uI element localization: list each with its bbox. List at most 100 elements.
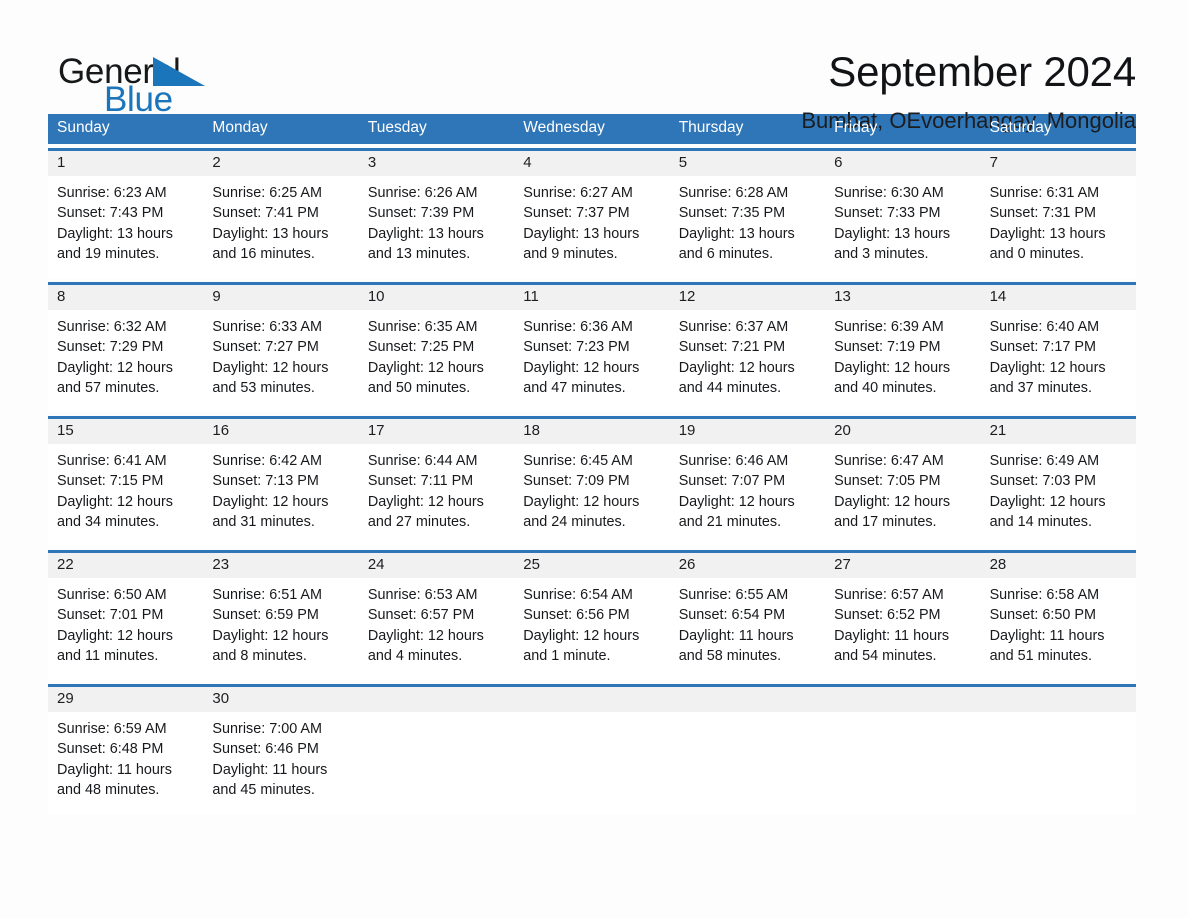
- day-cell[interactable]: Sunrise: 6:41 AM Sunset: 7:15 PM Dayligh…: [48, 444, 203, 546]
- sunrise-text: Sunrise: 6:23 AM: [57, 185, 167, 201]
- weekday-tuesday: Tuesday: [367, 119, 427, 136]
- sunrise-text: Sunrise: 6:54 AM: [523, 587, 633, 603]
- daylight-text-line2: and 19 minutes.: [57, 245, 160, 262]
- day-number[interactable]: 8: [48, 285, 203, 310]
- day-cell[interactable]: Sunrise: 6:49 AM Sunset: 7:03 PM Dayligh…: [981, 444, 1136, 546]
- sunset-text: Sunset: 7:31 PM: [989, 205, 1096, 222]
- day-number[interactable]: 6: [825, 151, 980, 176]
- sunset-text: Sunset: 7:25 PM: [367, 339, 475, 356]
- sunset-text: Sunset: 6:54 PM: [678, 607, 786, 624]
- day-number[interactable]: 16: [203, 419, 358, 444]
- day-number[interactable]: 9: [203, 285, 358, 310]
- day-number[interactable]: 22: [48, 553, 203, 578]
- daylight-text-line2: and 8 minutes.: [212, 647, 307, 664]
- day-cell[interactable]: Sunrise: 6:23 AM Sunset: 7:43 PM Dayligh…: [48, 176, 203, 278]
- week-row: 15 16 17 18 19 20 21 Sunrise: 6:41 AM Su…: [48, 416, 1136, 546]
- day-cell[interactable]: Sunrise: 6:46 AM Sunset: 7:07 PM Dayligh…: [670, 444, 825, 546]
- daylight-text-line1: Daylight: 12 hours: [57, 493, 173, 510]
- day-cell[interactable]: Sunrise: 6:59 AM Sunset: 6:48 PM Dayligh…: [48, 712, 203, 814]
- day-cell[interactable]: Sunrise: 6:44 AM Sunset: 7:11 PM Dayligh…: [359, 444, 514, 546]
- sunrise-text: Sunrise: 6:28 AM: [678, 185, 789, 201]
- daylight-text-line1: Daylight: 11 hours: [678, 627, 794, 644]
- weekday-saturday: Saturday: [989, 119, 1052, 136]
- day-cell[interactable]: Sunrise: 6:39 AM Sunset: 7:19 PM Dayligh…: [825, 310, 980, 412]
- day-number[interactable]: 13: [825, 285, 980, 310]
- day-number[interactable]: 12: [670, 285, 825, 310]
- sunrise-text: Sunrise: 6:31 AM: [989, 185, 1100, 201]
- day-cell[interactable]: Sunrise: 6:36 AM Sunset: 7:23 PM Dayligh…: [514, 310, 669, 412]
- day-number[interactable]: 5: [670, 151, 825, 176]
- day-number[interactable]: 30: [203, 687, 358, 712]
- day-cell[interactable]: Sunrise: 6:47 AM Sunset: 7:05 PM Dayligh…: [825, 444, 980, 546]
- day-number[interactable]: 19: [670, 419, 825, 444]
- day-cell[interactable]: Sunrise: 6:50 AM Sunset: 7:01 PM Dayligh…: [48, 578, 203, 680]
- day-number[interactable]: 28: [981, 553, 1136, 578]
- day-number[interactable]: 29: [48, 687, 203, 712]
- day-cell[interactable]: Sunrise: 6:42 AM Sunset: 7:13 PM Dayligh…: [203, 444, 358, 546]
- day-cell[interactable]: Sunrise: 7:00 AM Sunset: 6:46 PM Dayligh…: [203, 712, 358, 814]
- day-number[interactable]: 4: [514, 151, 669, 176]
- daylight-text-line1: Daylight: 12 hours: [367, 493, 484, 510]
- day-number[interactable]: 10: [359, 285, 514, 310]
- day-cell[interactable]: Sunrise: 6:58 AM Sunset: 6:50 PM Dayligh…: [981, 578, 1136, 680]
- day-cell[interactable]: Sunrise: 6:28 AM Sunset: 7:35 PM Dayligh…: [670, 176, 825, 278]
- day-cell-empty: [514, 712, 669, 814]
- day-cell[interactable]: Sunrise: 6:25 AM Sunset: 7:41 PM Dayligh…: [203, 176, 358, 278]
- sunset-text: Sunset: 7:15 PM: [57, 473, 164, 490]
- day-number[interactable]: 1: [48, 151, 203, 176]
- daylight-text-line2: and 6 minutes.: [678, 245, 774, 262]
- day-cell[interactable]: Sunrise: 6:51 AM Sunset: 6:59 PM Dayligh…: [203, 578, 358, 680]
- weekday-thursday: Thursday: [678, 119, 744, 136]
- day-number[interactable]: 15: [48, 419, 203, 444]
- day-cell[interactable]: Sunrise: 6:57 AM Sunset: 6:52 PM Dayligh…: [825, 578, 980, 680]
- day-cell[interactable]: Sunrise: 6:31 AM Sunset: 7:31 PM Dayligh…: [981, 176, 1136, 278]
- day-cell[interactable]: Sunrise: 6:37 AM Sunset: 7:21 PM Dayligh…: [670, 310, 825, 412]
- day-number[interactable]: 7: [981, 151, 1136, 176]
- day-cell[interactable]: Sunrise: 6:35 AM Sunset: 7:25 PM Dayligh…: [359, 310, 514, 412]
- day-cell[interactable]: Sunrise: 6:53 AM Sunset: 6:57 PM Dayligh…: [359, 578, 514, 680]
- day-cell[interactable]: Sunrise: 6:33 AM Sunset: 7:27 PM Dayligh…: [203, 310, 358, 412]
- sunset-text: Sunset: 7:05 PM: [834, 473, 941, 490]
- day-number[interactable]: 11: [514, 285, 669, 310]
- sunrise-text: Sunrise: 6:27 AM: [523, 185, 633, 201]
- day-cell[interactable]: Sunrise: 6:30 AM Sunset: 7:33 PM Dayligh…: [825, 176, 980, 278]
- day-number[interactable]: 17: [359, 419, 514, 444]
- day-cell[interactable]: Sunrise: 6:32 AM Sunset: 7:29 PM Dayligh…: [48, 310, 203, 412]
- day-cell[interactable]: Sunrise: 6:27 AM Sunset: 7:37 PM Dayligh…: [514, 176, 669, 278]
- day-cell[interactable]: Sunrise: 6:54 AM Sunset: 6:56 PM Dayligh…: [514, 578, 669, 680]
- brand-logo[interactable]: General Blue: [58, 48, 238, 120]
- sunset-text: Sunset: 7:01 PM: [57, 607, 164, 624]
- day-cell[interactable]: Sunrise: 6:26 AM Sunset: 7:39 PM Dayligh…: [359, 176, 514, 278]
- daylight-text-line2: and 14 minutes.: [989, 513, 1092, 530]
- daylight-text-line1: Daylight: 13 hours: [678, 225, 795, 242]
- day-number[interactable]: 2: [203, 151, 358, 176]
- daylight-text-line1: Daylight: 12 hours: [834, 493, 951, 510]
- daylight-text-line1: Daylight: 12 hours: [989, 359, 1106, 376]
- day-cell[interactable]: Sunrise: 6:55 AM Sunset: 6:54 PM Dayligh…: [670, 578, 825, 680]
- day-number[interactable]: 20: [825, 419, 980, 444]
- sunset-text: Sunset: 7:33 PM: [834, 205, 941, 222]
- sunrise-text: Sunrise: 7:00 AM: [212, 721, 323, 737]
- sunset-text: Sunset: 7:19 PM: [834, 339, 941, 356]
- week-daynumber-band: 1 2 3 4 5 6 7: [48, 151, 1136, 176]
- sunrise-text: Sunrise: 6:37 AM: [678, 319, 789, 335]
- day-number[interactable]: 3: [359, 151, 514, 176]
- sunrise-text: Sunrise: 6:40 AM: [989, 319, 1100, 335]
- day-number[interactable]: 25: [514, 553, 669, 578]
- day-number[interactable]: 27: [825, 553, 980, 578]
- day-number[interactable]: 21: [981, 419, 1136, 444]
- day-cell[interactable]: Sunrise: 6:45 AM Sunset: 7:09 PM Dayligh…: [514, 444, 669, 546]
- day-number[interactable]: 23: [203, 553, 358, 578]
- day-number[interactable]: 18: [514, 419, 669, 444]
- sunset-text: Sunset: 6:56 PM: [523, 607, 630, 624]
- sunrise-text: Sunrise: 6:42 AM: [212, 453, 323, 469]
- daylight-text-line1: Daylight: 12 hours: [678, 493, 795, 510]
- day-number[interactable]: 24: [359, 553, 514, 578]
- daylight-text-line2: and 4 minutes.: [367, 647, 463, 664]
- day-cell[interactable]: Sunrise: 6:40 AM Sunset: 7:17 PM Dayligh…: [981, 310, 1136, 412]
- daylight-text-line1: Daylight: 11 hours: [57, 761, 172, 778]
- sunrise-text: Sunrise: 6:25 AM: [212, 185, 323, 201]
- day-number[interactable]: 14: [981, 285, 1136, 310]
- daylight-text-line1: Daylight: 12 hours: [367, 359, 484, 376]
- day-number[interactable]: 26: [670, 553, 825, 578]
